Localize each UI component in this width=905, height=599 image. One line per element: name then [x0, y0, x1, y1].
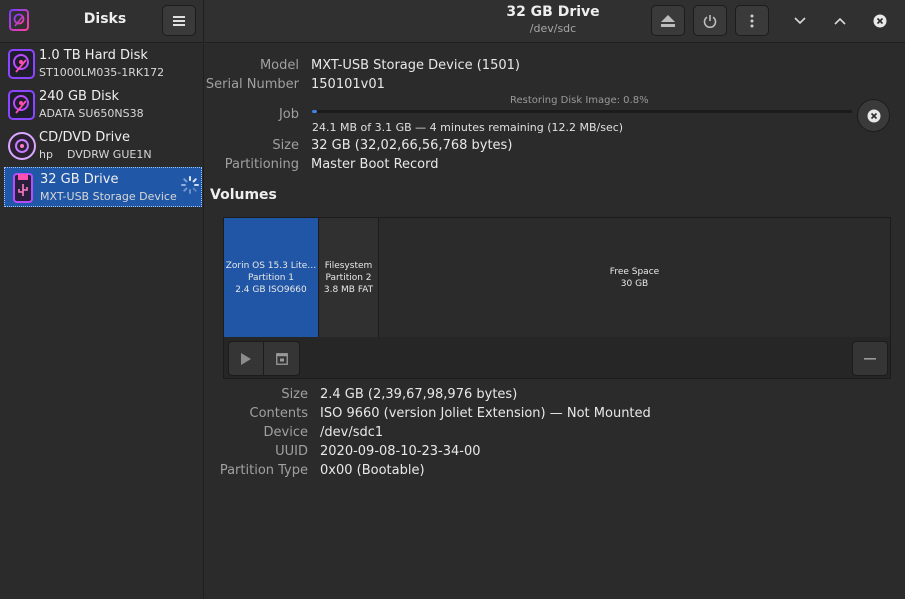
serial-value: 150101v01: [311, 77, 385, 92]
drive-options-button[interactable]: [735, 5, 769, 36]
mount-button[interactable]: [228, 341, 264, 376]
partition-type-label: Partition Type: [219, 463, 308, 478]
sidebar-item-usb-drive[interactable]: 32 GB Drive MXT-USB Storage Device: [4, 167, 202, 207]
menu-button[interactable]: [162, 5, 196, 36]
partition-size: 2.4 GB ISO9660: [235, 284, 307, 295]
job-progress-bar: [312, 110, 852, 113]
volumes-heading: Volumes: [210, 187, 277, 203]
partition-label: Filesystem: [324, 260, 373, 271]
partition-size: 3.8 MB FAT: [323, 284, 374, 295]
free-space-label: Free Space: [609, 266, 660, 277]
sidebar-item-optical-drive[interactable]: CD/DVD Drive hp DVDRW GUE1N: [4, 126, 202, 166]
partition-1-block[interactable]: Zorin OS 15.3 Lite… Partition 1 2.4 GB I…: [224, 218, 319, 337]
model-value: MXT-USB Storage Device (1501): [311, 58, 520, 73]
size-value: 32 GB (32,02,66,56,768 bytes): [311, 138, 513, 153]
hamburger-icon: [173, 15, 185, 26]
device-sidebar: 1.0 TB Hard Disk ST1000LM035-1RK172 240 …: [0, 44, 204, 599]
play-icon: [241, 352, 251, 365]
device-name: CD/DVD Drive: [39, 130, 130, 145]
chevron-up-icon: [834, 17, 846, 25]
app-title: Disks: [83, 11, 127, 27]
header-bar: Disks 32 GB Drive /dev/sdc: [0, 0, 905, 43]
cancel-job-button[interactable]: [857, 99, 890, 132]
volumes-map: Zorin OS 15.3 Lite… Partition 1 2.4 GB I…: [223, 217, 891, 379]
hard-disk-icon: [8, 90, 35, 120]
delete-partition-button[interactable]: [852, 341, 888, 376]
drive-details: Model MXT-USB Storage Device (1501) Seri…: [205, 44, 905, 599]
partition-number: Partition 1: [247, 272, 295, 283]
uuid-value: 2020-09-08-10-23-34-00: [320, 444, 481, 459]
gear-box-icon: [275, 352, 288, 365]
minus-icon: [864, 357, 876, 360]
partition-label: Zorin OS 15.3 Lite…: [225, 260, 317, 271]
partition-strip: Zorin OS 15.3 Lite… Partition 1 2.4 GB I…: [224, 218, 890, 337]
device-name: 240 GB Disk: [39, 89, 119, 104]
size-label: Size: [272, 138, 299, 153]
usb-drive-icon: [13, 173, 33, 203]
partition-type-value: 0x00 (Bootable): [320, 463, 425, 478]
serial-label: Serial Number: [205, 77, 299, 92]
partitioning-value: Master Boot Record: [311, 157, 439, 172]
free-space-size: 30 GB: [620, 278, 649, 289]
job-caption: Restoring Disk Image: 0.8%: [510, 95, 649, 106]
device-name: 32 GB Drive: [40, 172, 119, 187]
busy-spinner-icon: [181, 176, 199, 194]
device-label: Device: [263, 425, 308, 440]
partition-options-button[interactable]: [264, 341, 300, 376]
device-model-name: DVDRW GUE1N: [66, 148, 152, 161]
optical-drive-icon: [8, 132, 36, 160]
contents-value: ISO 9660 (version Joliet Extension) — No…: [320, 406, 651, 421]
model-label: Model: [259, 58, 299, 73]
job-label: Job: [278, 107, 299, 122]
job-progress-fill: [312, 110, 318, 113]
sidebar-header: Disks: [0, 0, 204, 43]
maximize-button[interactable]: [828, 9, 852, 33]
close-circle-icon: [867, 109, 880, 122]
device-model: hp DVDRW GUE1N: [39, 148, 152, 161]
device-vendor: hp: [39, 148, 53, 161]
device-name: 1.0 TB Hard Disk: [39, 48, 148, 63]
vertical-dots-icon: [750, 14, 754, 27]
job-detail: 24.1 MB of 3.1 GB — 4 minutes remaining …: [312, 121, 624, 134]
volume-toolbar: [228, 341, 300, 376]
drive-device-path: /dev/sdc: [529, 22, 577, 35]
eject-icon: [661, 14, 675, 27]
partition-size-value: 2.4 GB (2,39,67,98,976 bytes): [320, 387, 518, 402]
partition-number: Partition 2: [325, 272, 372, 283]
disks-app-icon: [9, 9, 29, 31]
hard-disk-icon: [8, 49, 35, 79]
partition-size-label: Size: [281, 387, 308, 402]
contents-label: Contents: [249, 406, 308, 421]
sidebar-item-hard-disk[interactable]: 1.0 TB Hard Disk ST1000LM035-1RK172: [4, 44, 202, 84]
eject-button[interactable]: [651, 5, 685, 36]
partition-2-block[interactable]: Filesystem Partition 2 3.8 MB FAT: [319, 218, 379, 337]
free-space-block[interactable]: Free Space 30 GB: [379, 218, 890, 337]
uuid-label: UUID: [275, 444, 308, 459]
minimize-button[interactable]: [788, 9, 812, 33]
close-icon: [873, 14, 887, 28]
close-window-button[interactable]: [868, 9, 892, 33]
device-value: /dev/sdc1: [320, 425, 384, 440]
drive-title: 32 GB Drive: [506, 4, 600, 20]
chevron-down-icon: [794, 17, 806, 25]
power-off-button[interactable]: [693, 5, 727, 36]
device-model: MXT-USB Storage Device: [40, 190, 177, 203]
device-model: ST1000LM035-1RK172: [39, 66, 165, 79]
partitioning-label: Partitioning: [224, 157, 299, 172]
device-model: ADATA SU650NS38: [39, 107, 144, 120]
power-icon: [703, 14, 717, 28]
sidebar-item-ssd[interactable]: 240 GB Disk ADATA SU650NS38: [4, 85, 202, 125]
